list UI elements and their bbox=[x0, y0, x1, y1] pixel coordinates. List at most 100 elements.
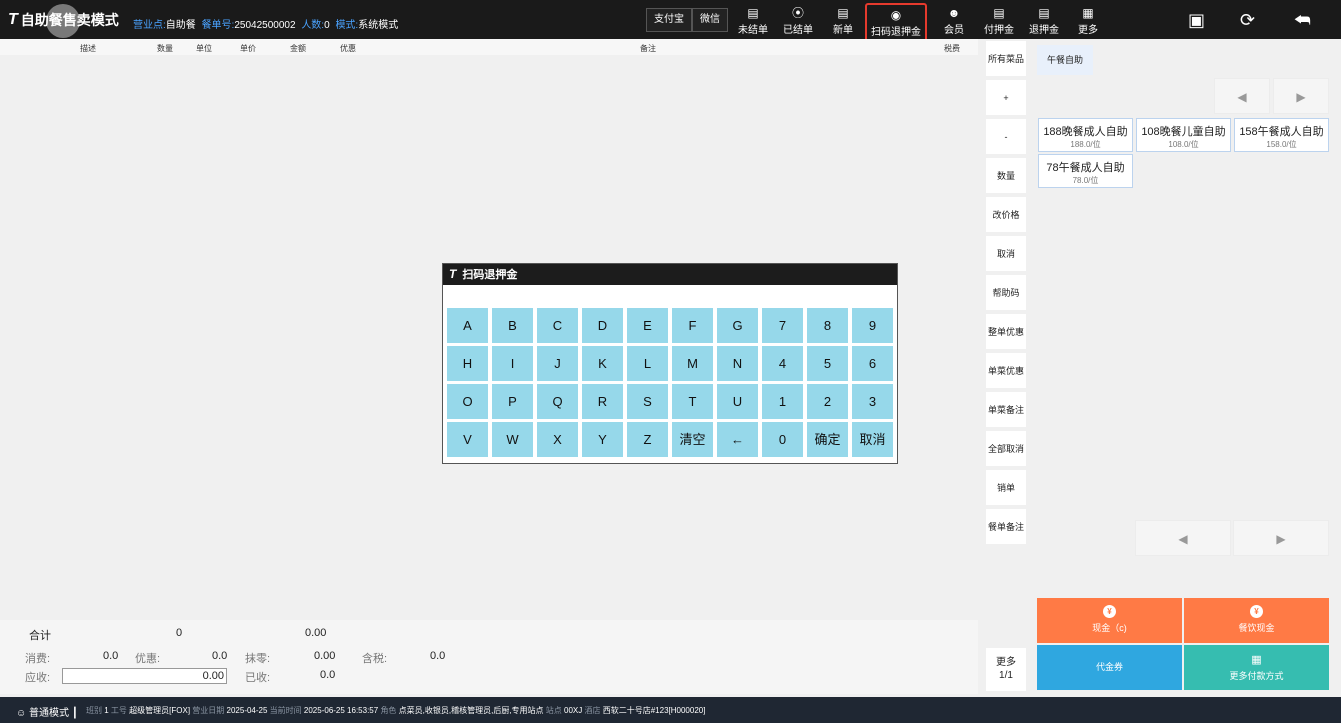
key-i[interactable]: I bbox=[492, 346, 533, 381]
pay-voucher-button[interactable]: 代金券 bbox=[1037, 645, 1182, 690]
func-help-code[interactable]: 帮助码 bbox=[986, 275, 1026, 310]
key-3[interactable]: 3 bbox=[852, 384, 893, 419]
key-l[interactable]: L bbox=[627, 346, 668, 381]
status-bar: ☺ 普通模式 ┃ 班别 1 工号 超级管理员[FOX] 营业日期 2025-04… bbox=[0, 697, 1341, 723]
dish-item[interactable]: 108晚餐儿童自助 108.0/位 bbox=[1136, 118, 1231, 152]
func-cancel[interactable]: 取消 bbox=[986, 236, 1026, 271]
key-8[interactable]: 8 bbox=[807, 308, 848, 343]
more-payments-button[interactable]: ▦ 更多付款方式 bbox=[1184, 645, 1329, 690]
key-w[interactable]: W bbox=[492, 422, 533, 457]
col-qty: 数量 bbox=[157, 44, 173, 53]
key-a[interactable]: A bbox=[447, 308, 488, 343]
scan-code-input[interactable] bbox=[447, 288, 893, 304]
key-d[interactable]: D bbox=[582, 308, 623, 343]
document-icon: ▤ bbox=[1038, 6, 1050, 20]
func-void-order[interactable]: 销单 bbox=[986, 470, 1026, 505]
key-2[interactable]: 2 bbox=[807, 384, 848, 419]
role-value: 点菜员,收银员,稽核管理员,后厨,专用站点 bbox=[398, 706, 544, 715]
func-plus[interactable]: + bbox=[986, 80, 1026, 115]
staff-value: 超级管理员[FOX] bbox=[129, 706, 191, 715]
scan-refund-deposit-button[interactable]: ◉ 扫码退押金 bbox=[865, 3, 927, 42]
more-functions-button[interactable]: 更多 1/1 bbox=[986, 648, 1026, 691]
key-7[interactable]: 7 bbox=[762, 308, 803, 343]
key-s[interactable]: S bbox=[627, 384, 668, 419]
key-1[interactable]: 1 bbox=[762, 384, 803, 419]
dish-prev-page-button[interactable]: ◀ bbox=[1214, 78, 1270, 114]
refresh-icon[interactable]: ⟳ bbox=[1240, 10, 1255, 31]
chevron-right-icon: ▶ bbox=[1276, 532, 1286, 546]
func-order-discount[interactable]: 整单优惠 bbox=[986, 314, 1026, 349]
key-confirm[interactable]: 确定 bbox=[807, 422, 848, 457]
key-o[interactable]: O bbox=[447, 384, 488, 419]
key-t[interactable]: T bbox=[672, 384, 713, 419]
due-field[interactable]: 0.00 bbox=[62, 668, 227, 684]
key-e[interactable]: E bbox=[627, 308, 668, 343]
key-6[interactable]: 6 bbox=[852, 346, 893, 381]
key-b[interactable]: B bbox=[492, 308, 533, 343]
key-y[interactable]: Y bbox=[582, 422, 623, 457]
key-q[interactable]: Q bbox=[537, 384, 578, 419]
func-minus[interactable]: - bbox=[986, 119, 1026, 154]
key-0[interactable]: 0 bbox=[762, 422, 803, 457]
pay-catering-cash-button[interactable]: ¥ 餐饮现金 bbox=[1184, 598, 1329, 643]
key-5[interactable]: 5 bbox=[807, 346, 848, 381]
menu-next-page-button[interactable]: ▶ bbox=[1233, 520, 1329, 556]
due-label: 应收: bbox=[25, 672, 51, 684]
app-logo: T bbox=[449, 267, 456, 281]
func-order-remark[interactable]: 餐单备注 bbox=[986, 509, 1026, 544]
key-p[interactable]: P bbox=[492, 384, 533, 419]
dish-item[interactable]: 78午餐成人自助 78.0/位 bbox=[1038, 154, 1133, 188]
func-quantity[interactable]: 数量 bbox=[986, 158, 1026, 193]
func-cancel-all[interactable]: 全部取消 bbox=[986, 431, 1026, 466]
key-clear[interactable]: 清空 bbox=[672, 422, 713, 457]
key-4[interactable]: 4 bbox=[762, 346, 803, 381]
key-cancel[interactable]: 取消 bbox=[852, 422, 893, 457]
key-x[interactable]: X bbox=[537, 422, 578, 457]
key-h[interactable]: H bbox=[447, 346, 488, 381]
alipay-button[interactable]: 支付宝 bbox=[646, 8, 692, 32]
pay-deposit-button[interactable]: ▤ 付押金 bbox=[984, 5, 1014, 36]
menu-prev-page-button[interactable]: ◀ bbox=[1135, 520, 1231, 556]
key-n[interactable]: N bbox=[717, 346, 758, 381]
dish-price: 158.0/位 bbox=[1266, 140, 1297, 149]
key-r[interactable]: R bbox=[582, 384, 623, 419]
shift-value: 1 bbox=[104, 706, 109, 715]
category-lunch-buffet[interactable]: 午餐自助 bbox=[1037, 45, 1093, 75]
key-f[interactable]: F bbox=[672, 308, 713, 343]
unsettled-orders-button[interactable]: ▤ 未结单 bbox=[738, 5, 768, 36]
tool-label: 已结单 bbox=[783, 25, 813, 36]
key-9[interactable]: 9 bbox=[852, 308, 893, 343]
mode-title: 自助餐售卖模式 bbox=[20, 12, 119, 28]
station-label: 站点 bbox=[545, 706, 562, 715]
key-z[interactable]: Z bbox=[627, 422, 668, 457]
store-value: 西软二十号店#123[H000020] bbox=[602, 706, 706, 715]
pay-label: 餐饮现金 bbox=[1238, 623, 1275, 633]
meta-value-guests: 0 bbox=[324, 20, 330, 31]
dish-next-page-button[interactable]: ▶ bbox=[1273, 78, 1329, 114]
func-all-dishes[interactable]: 所有菜品 bbox=[986, 41, 1026, 76]
func-item-discount[interactable]: 单菜优惠 bbox=[986, 353, 1026, 388]
key-v[interactable]: V bbox=[447, 422, 488, 457]
dish-item[interactable]: 188晚餐成人自助 188.0/位 bbox=[1038, 118, 1133, 152]
refund-deposit-button[interactable]: ▤ 退押金 bbox=[1029, 5, 1059, 36]
key-j[interactable]: J bbox=[537, 346, 578, 381]
chevron-left-icon: ◀ bbox=[1237, 90, 1247, 104]
pay-cash-button[interactable]: ¥ 现金（c) bbox=[1037, 598, 1182, 643]
new-order-button[interactable]: ▤ 新单 bbox=[833, 5, 853, 36]
key-backspace[interactable]: ← bbox=[717, 422, 758, 457]
key-u[interactable]: U bbox=[717, 384, 758, 419]
wechat-button[interactable]: 微信 bbox=[692, 8, 728, 32]
key-k[interactable]: K bbox=[582, 346, 623, 381]
rounding-label: 抹零: bbox=[245, 653, 271, 665]
settled-orders-button[interactable]: ⦿ 已结单 bbox=[783, 5, 813, 36]
key-c[interactable]: C bbox=[537, 308, 578, 343]
more-tools-button[interactable]: ▦ 更多 bbox=[1078, 5, 1098, 36]
return-icon[interactable]: ⮪ bbox=[1294, 10, 1311, 31]
func-item-remark[interactable]: 单菜备注 bbox=[986, 392, 1026, 427]
dish-item[interactable]: 158午餐成人自助 158.0/位 bbox=[1234, 118, 1329, 152]
lock-icon[interactable]: ▣ bbox=[1188, 10, 1205, 31]
key-m[interactable]: M bbox=[672, 346, 713, 381]
member-button[interactable]: ☻ 会员 bbox=[944, 5, 964, 36]
func-change-price[interactable]: 改价格 bbox=[986, 197, 1026, 232]
key-g[interactable]: G bbox=[717, 308, 758, 343]
